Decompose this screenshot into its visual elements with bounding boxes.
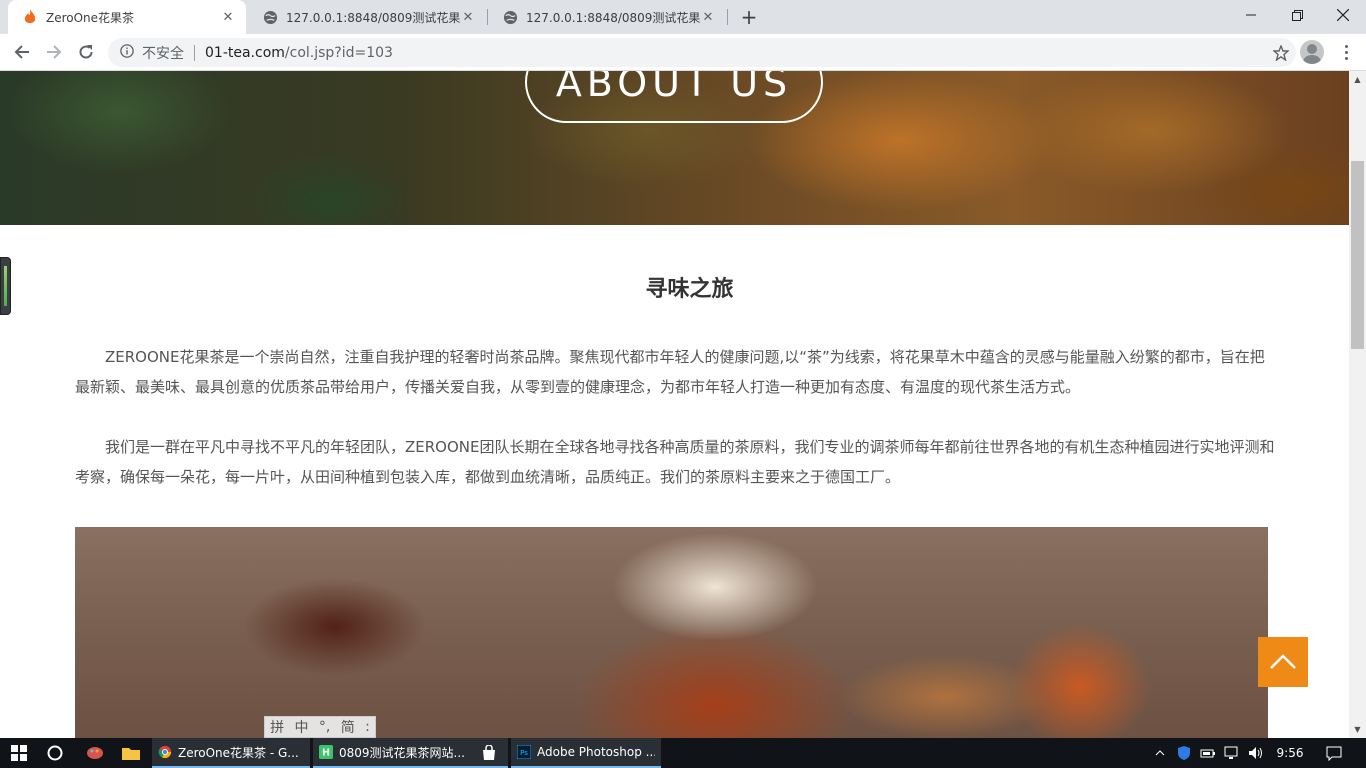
tab-zeroone[interactable]: ZeroOne花果茶 ✕ xyxy=(8,0,246,34)
globe-icon xyxy=(502,9,518,25)
svg-text:Ps: Ps xyxy=(520,749,528,757)
globe-icon xyxy=(262,9,278,25)
restore-button[interactable] xyxy=(1274,0,1320,30)
notification-icon[interactable] xyxy=(1320,738,1348,768)
taskbar-photoshop[interactable]: Ps Adobe Photoshop ... xyxy=(511,738,661,768)
network-icon[interactable] xyxy=(1222,738,1242,768)
divider xyxy=(194,44,195,61)
ime-simplified[interactable]: 简 xyxy=(341,717,355,737)
tea-photo xyxy=(75,527,1268,738)
ime-pinyin[interactable]: 拼 xyxy=(270,717,284,737)
windows-start-icon[interactable] xyxy=(0,738,38,768)
close-window-button[interactable] xyxy=(1320,0,1366,30)
menu-dots-icon[interactable] xyxy=(1334,38,1358,66)
tab-local-2[interactable]: 127.0.0.1:8848/0809测试花果茶 ✕ xyxy=(488,0,726,34)
side-widget[interactable] xyxy=(0,257,11,315)
taskbar-label: Adobe Photoshop ... xyxy=(537,745,655,759)
flame-icon xyxy=(22,9,38,25)
tab-local-1[interactable]: 127.0.0.1:8848/0809测试花果茶 ✕ xyxy=(248,0,486,34)
cortana-icon[interactable] xyxy=(40,738,70,768)
back-button[interactable] xyxy=(8,38,36,66)
forward-button[interactable] xyxy=(40,38,68,66)
arrow-right-icon xyxy=(47,45,62,59)
taskbar-label: 0809测试花果茶网站... xyxy=(339,745,465,760)
ime-chinese[interactable]: 中 xyxy=(295,717,309,737)
section-title: 寻味之旅 xyxy=(645,277,734,302)
ime-punct[interactable]: °, xyxy=(319,719,330,735)
address-bar[interactable]: 不安全 01-tea.com/col.jsp?id=103 xyxy=(108,38,1296,67)
minimize-button[interactable] xyxy=(1228,0,1274,30)
team-paragraph: 我们是一群在平凡中寻找不平凡的年轻团队，ZEROONE团队长期在全球各地寻找各种… xyxy=(75,438,1275,486)
file-explorer-icon[interactable] xyxy=(116,738,146,768)
tab-strip: ZeroOne花果茶 ✕ 127.0.0.1:8848/0809测试花果茶 ✕ … xyxy=(0,0,1366,34)
taskbar-chrome[interactable]: ZeroOne花果茶 - G... xyxy=(152,738,310,768)
url-host: 01-tea.com xyxy=(205,44,285,61)
chevron-up-icon xyxy=(1270,654,1296,669)
close-tab-icon[interactable]: ✕ xyxy=(700,10,716,25)
hbuilder-icon: H xyxy=(319,745,333,759)
scroll-up-icon[interactable]: ▲ xyxy=(1349,71,1366,88)
scroll-thumb[interactable] xyxy=(1351,161,1364,349)
url-path: /col.jsp?id=103 xyxy=(284,44,393,61)
close-tab-icon[interactable]: ✕ xyxy=(220,10,236,25)
profile-avatar[interactable] xyxy=(1300,40,1324,64)
hero-banner: ABOUT US xyxy=(0,71,1349,225)
close-tab-icon[interactable]: ✕ xyxy=(460,10,476,25)
defender-shield-icon[interactable] xyxy=(1174,738,1194,768)
page-viewport: ABOUT US 寻味之旅 ZEROONE花果茶是一个崇尚自然，注重自我护理的轻… xyxy=(0,71,1349,738)
tab-title: 127.0.0.1:8848/0809测试花果茶 xyxy=(286,10,460,25)
back-to-top-button[interactable] xyxy=(1258,637,1308,687)
about-us-button[interactable]: ABOUT US xyxy=(525,71,823,123)
taskbar: ZeroOne花果茶 - G... H 0809测试花果茶网站... Ps Ad… xyxy=(0,738,1366,768)
arrow-left-icon xyxy=(14,45,29,59)
new-tab-button[interactable]: + xyxy=(736,4,762,30)
reload-icon xyxy=(79,45,93,59)
info-icon[interactable] xyxy=(120,43,134,62)
chevron-up-icon[interactable] xyxy=(1150,738,1170,768)
intro-paragraph: ZEROONE花果茶是一个崇尚自然，注重自我护理的轻奢时尚茶品牌。聚焦现代都市年… xyxy=(75,348,1265,396)
scroll-down-icon[interactable]: ▼ xyxy=(1349,721,1366,738)
battery-icon[interactable] xyxy=(1198,738,1218,768)
security-label: 不安全 xyxy=(142,45,184,62)
tab-title: 127.0.0.1:8848/0809测试花果茶 xyxy=(526,10,700,25)
paint-icon[interactable] xyxy=(80,738,110,768)
browser-toolbar: 不安全 01-tea.com/col.jsp?id=103 xyxy=(0,34,1366,71)
tab-separator xyxy=(727,9,728,25)
bookmark-star-icon[interactable] xyxy=(1266,38,1296,67)
chrome-icon xyxy=(158,745,172,759)
volume-icon[interactable] xyxy=(1245,738,1267,768)
ime-more[interactable]: : xyxy=(365,719,370,735)
svg-text:H: H xyxy=(322,748,330,759)
page-scrollbar[interactable]: ▲ ▼ xyxy=(1349,71,1366,738)
store-icon[interactable] xyxy=(474,738,504,768)
reload-button[interactable] xyxy=(72,38,100,66)
tab-title: ZeroOne花果茶 xyxy=(46,10,135,25)
photoshop-icon: Ps xyxy=(517,745,531,759)
taskbar-label: ZeroOne花果茶 - G... xyxy=(178,745,299,760)
ime-toolbar[interactable]: 拼 中 °, 简 : xyxy=(264,716,376,738)
clock[interactable]: 9:56 xyxy=(1272,738,1308,768)
